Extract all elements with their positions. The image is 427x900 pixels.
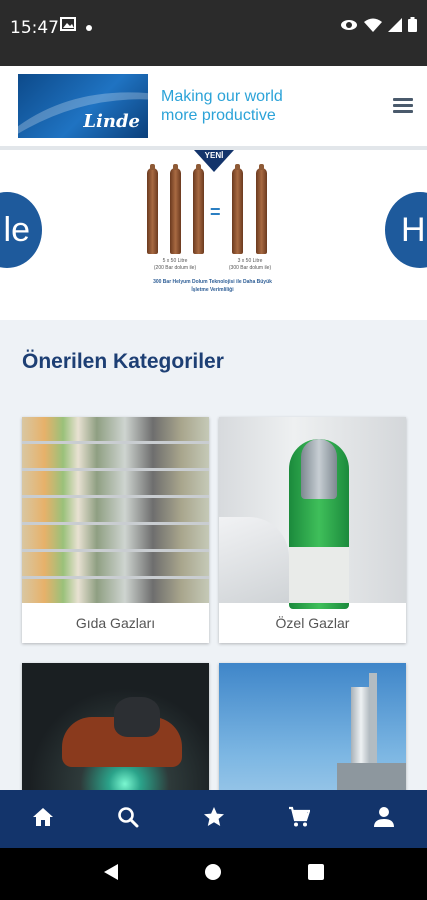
promo-banner[interactable]: le H YENİ = 5 x 50 Litre (200 Bar dolum … [0, 150, 427, 320]
status-time: 15:47 [10, 18, 59, 38]
gas-cylinder [256, 164, 267, 254]
nav-search[interactable] [85, 790, 170, 848]
home-circle-icon[interactable] [204, 863, 222, 886]
gas-cylinder [193, 164, 204, 254]
tagline: Making our world more productive [161, 87, 283, 125]
status-bar: 15:47 [0, 0, 427, 66]
logo-text: Linde [83, 111, 140, 132]
banner-description: 300 Bar Helyum Dolum Teknolojisi ile Dah… [153, 279, 272, 293]
hamburger-menu-icon[interactable] [393, 98, 413, 114]
signal-icon [388, 17, 402, 37]
category-label: Özel Gazlar [275, 615, 350, 631]
category-image [219, 417, 406, 609]
tagline-line-1: Making our world [161, 88, 283, 105]
search-icon [117, 806, 139, 833]
hand [219, 517, 289, 603]
home-icon [32, 807, 54, 832]
caption-right-2: (300 Bar dolum ile) [228, 265, 272, 271]
status-left-icons [60, 17, 92, 36]
battery-icon [408, 17, 417, 37]
linde-logo[interactable]: Linde [18, 74, 148, 138]
caption-left-1: 5 x 50 Litre [162, 258, 188, 264]
recommended-categories: Önerilen Kategoriler Gıda Gazları Özel G… [0, 320, 427, 889]
bottle-label [289, 547, 349, 603]
helmet [114, 697, 160, 737]
gas-cylinder [170, 164, 181, 254]
caption-right: 3 x 50 Litre (300 Bar dolum ile) [222, 258, 278, 272]
cart-icon [288, 806, 311, 833]
next-slide-text: H [401, 211, 426, 249]
wifi-icon [364, 18, 382, 37]
caption-left: 5 x 50 Litre (200 Bar dolum ile) [150, 258, 200, 272]
app-header: Linde Making our world more productive [0, 66, 427, 150]
gas-cylinder [232, 164, 243, 254]
banner-prev-slide[interactable]: le [0, 192, 42, 268]
category-image [22, 417, 209, 603]
category-card-food-gases[interactable]: Gıda Gazları [22, 417, 209, 643]
category-label: Gıda Gazları [75, 615, 156, 631]
nav-home[interactable] [0, 790, 85, 848]
bottle-top [301, 439, 337, 499]
status-right-icons [340, 17, 417, 37]
nav-cart[interactable] [256, 790, 341, 848]
recents-icon[interactable] [308, 863, 325, 885]
eye-icon [340, 18, 358, 37]
profile-icon [373, 806, 395, 833]
prev-slide-text: le [3, 211, 30, 249]
star-icon [203, 806, 225, 832]
image-icon [60, 17, 76, 36]
banner-next-slide[interactable]: H [385, 192, 427, 268]
back-icon[interactable] [103, 863, 119, 886]
system-navigation-bar [0, 848, 427, 900]
section-title: Önerilen Kategoriler [22, 350, 224, 373]
nav-profile[interactable] [342, 790, 427, 848]
caption-right-1: 3 x 50 Litre [237, 258, 263, 264]
bottom-navigation [0, 790, 427, 848]
dot-icon [86, 18, 92, 36]
category-card-special-gases[interactable]: Özel Gazlar [219, 417, 406, 643]
gas-cylinder [147, 164, 158, 254]
nav-favorites[interactable] [171, 790, 256, 848]
equals-sign: = [210, 202, 221, 222]
tagline-line-2: more productive [161, 107, 276, 124]
caption-left-2: (200 Bar dolum ile) [153, 265, 197, 271]
